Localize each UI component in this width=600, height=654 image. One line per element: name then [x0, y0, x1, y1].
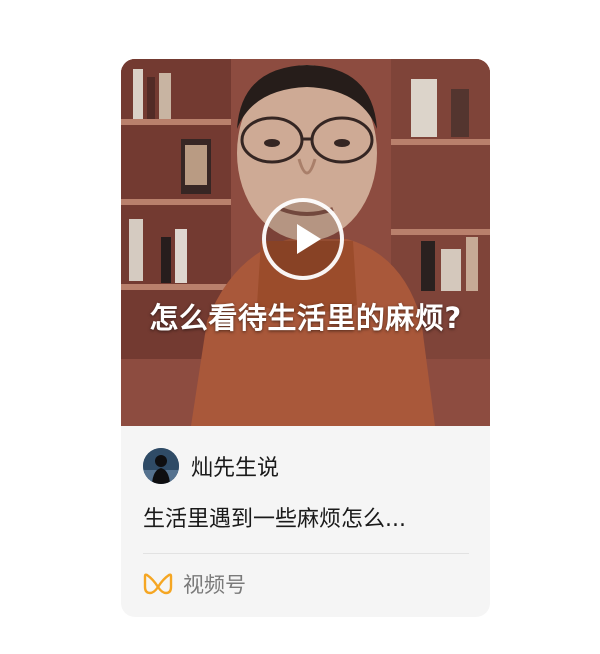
divider — [143, 553, 469, 554]
channels-icon — [143, 573, 173, 595]
avatar-image — [143, 448, 179, 484]
author-name: 灿先生说 — [191, 456, 280, 481]
video-description: 生活里遇到一些麻烦怎么... — [143, 507, 406, 532]
play-icon — [297, 224, 321, 254]
video-thumbnail[interactable]: 怎么看待生活里的麻烦? — [121, 59, 490, 426]
shared-video-card[interactable]: 怎么看待生活里的麻烦? 灿先生说 生活里遇到一些麻烦怎么... 视频号 — [121, 59, 490, 617]
source-label: 视频号 — [183, 573, 246, 597]
play-button[interactable] — [262, 198, 344, 280]
avatar[interactable] — [143, 448, 179, 484]
channels-source[interactable]: 视频号 — [143, 567, 246, 601]
author-row[interactable]: 灿先生说 — [143, 448, 279, 484]
video-caption: 怎么看待生活里的麻烦? — [149, 301, 462, 335]
